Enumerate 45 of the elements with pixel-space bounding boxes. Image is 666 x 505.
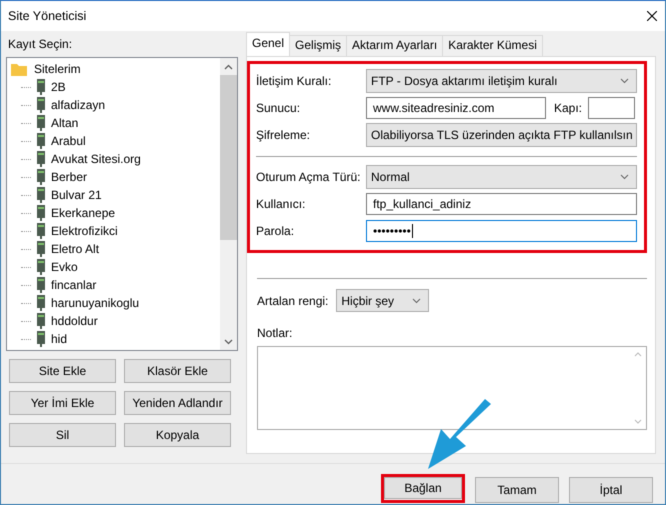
- tree-item[interactable]: Altan: [49, 116, 80, 130]
- action-button[interactable]: Yeniden Adlandır: [124, 391, 231, 415]
- input-field[interactable]: •••••••••: [366, 220, 637, 242]
- tree-label: Kayıt Seçin:: [8, 37, 74, 51]
- field-label: Kullanıcı:: [256, 197, 306, 211]
- field-label: Kapı:: [554, 101, 582, 115]
- dialog-button[interactable]: İptal: [569, 477, 653, 503]
- tree-item[interactable]: fincanlar: [49, 278, 98, 292]
- tree-item[interactable]: hddoldur: [49, 314, 100, 328]
- tree-folder[interactable]: Sitelerim: [32, 62, 83, 76]
- dropdown[interactable]: Hiçbir şey: [336, 289, 430, 312]
- tree-item[interactable]: Avukat Sitesi.org: [49, 152, 143, 166]
- tree-item[interactable]: 2B: [49, 80, 68, 94]
- field-label: Şifreleme:: [256, 128, 312, 142]
- dropdown[interactable]: Normal: [366, 165, 637, 189]
- field-label: Notlar:: [257, 326, 294, 340]
- action-button[interactable]: Klasör Ekle: [124, 359, 231, 383]
- tree-item[interactable]: hid: [49, 332, 70, 346]
- input-field[interactable]: www.siteadresiniz.com: [366, 97, 546, 119]
- tree-item[interactable]: Ekerkanepe: [49, 206, 118, 220]
- tree-item[interactable]: alfadizayn: [49, 98, 108, 112]
- tree-item[interactable]: Arabul: [49, 134, 88, 148]
- tab[interactable]: Karakter Kümesi: [442, 35, 543, 56]
- field-label: Oturum Açma Türü:: [256, 170, 362, 184]
- tree-item[interactable]: Berber: [49, 170, 90, 184]
- dropdown[interactable]: Olabiliyorsa TLS üzerinden açıkta FTP kullanılsın: [366, 123, 637, 147]
- dialog-button[interactable]: Bağlan: [384, 477, 462, 499]
- tree-item[interactable]: Elektrofizikci: [49, 224, 120, 238]
- tree-item[interactable]: harunuyanikoglu: [49, 296, 142, 310]
- dialog-button[interactable]: Tamam: [475, 477, 559, 503]
- action-button[interactable]: Kopyala: [124, 423, 231, 447]
- input-field[interactable]: ftp_kullanci_adiniz: [366, 193, 637, 215]
- field-label: Artalan rengi:: [257, 294, 328, 308]
- action-button[interactable]: Yer İmi Ekle: [9, 391, 116, 415]
- field-label: İletişim Kuralı:: [256, 74, 332, 88]
- dropdown[interactable]: FTP - Dosya aktarımı iletişim kuralı: [366, 69, 637, 93]
- tab[interactable]: Genel: [246, 32, 290, 56]
- window-title: Site Yöneticisi: [8, 9, 86, 23]
- tree-item[interactable]: Bulvar 21: [49, 188, 104, 202]
- field-label: Parola:: [256, 224, 296, 238]
- action-button[interactable]: Site Ekle: [9, 359, 116, 383]
- field-label: Sunucu:: [256, 101, 302, 115]
- tree-item[interactable]: Eletro Alt: [49, 242, 102, 256]
- tree-item[interactable]: Evko: [49, 260, 80, 274]
- action-button[interactable]: Sil: [9, 423, 116, 447]
